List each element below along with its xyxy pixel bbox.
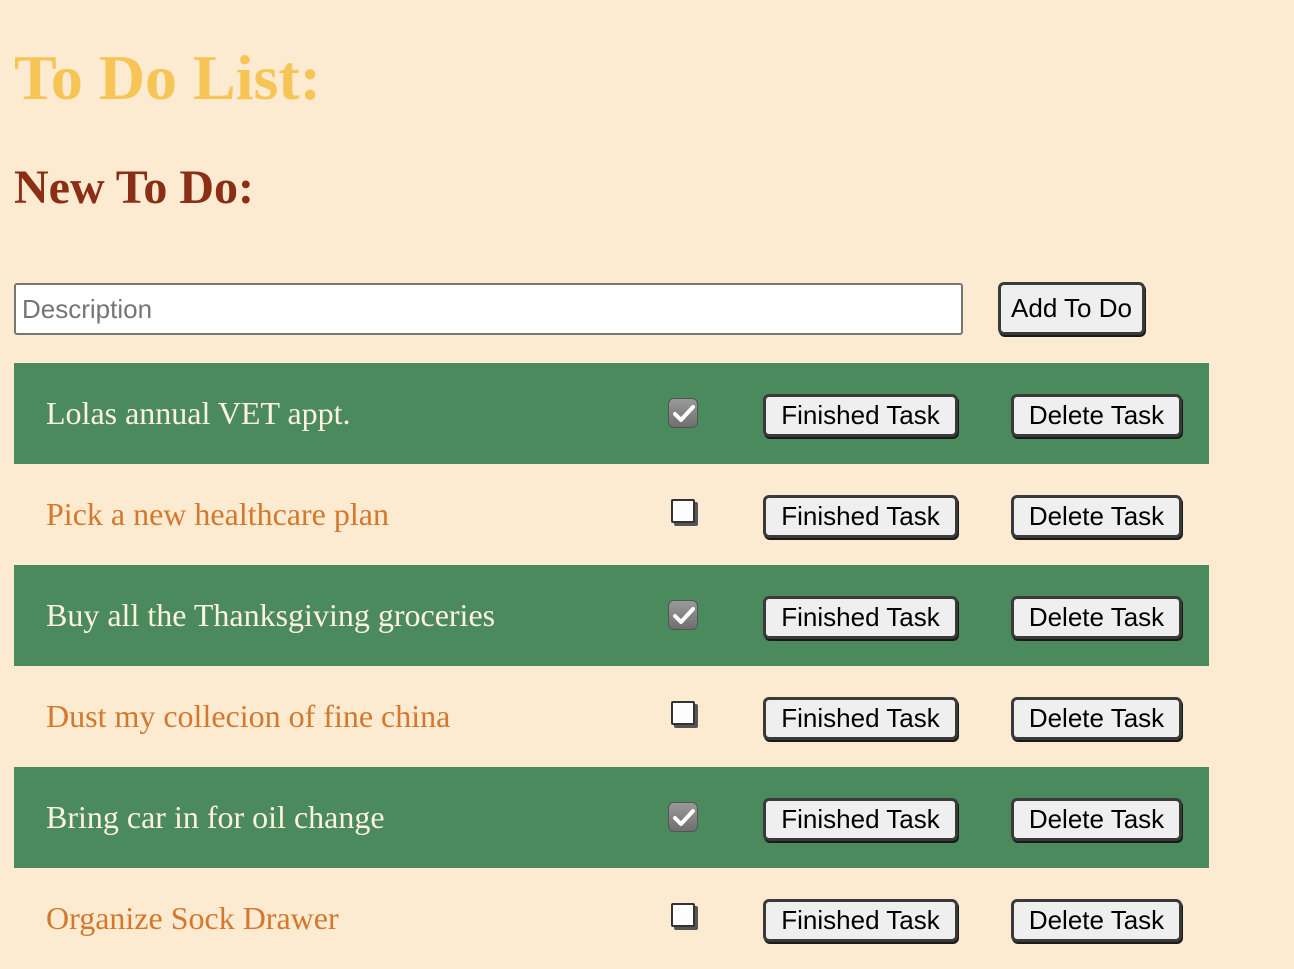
checkmark-icon bbox=[668, 802, 698, 832]
delete-task-button[interactable]: Delete Task bbox=[1011, 798, 1182, 841]
empty-checkbox-icon bbox=[671, 903, 695, 927]
todo-row: Dust my collecion of fine china Finished… bbox=[14, 666, 1209, 767]
empty-checkbox-icon bbox=[671, 499, 695, 523]
todo-text: Lolas annual VET appt. bbox=[46, 395, 351, 431]
todo-checkbox[interactable] bbox=[668, 701, 698, 731]
todo-checkbox[interactable] bbox=[668, 903, 698, 933]
todo-row: Organize Sock Drawer Finished Task Delet… bbox=[14, 868, 1209, 969]
page-title: To Do List: bbox=[14, 42, 322, 113]
delete-task-button[interactable]: Delete Task bbox=[1011, 697, 1182, 740]
todo-text: Dust my collecion of fine china bbox=[46, 698, 451, 734]
delete-task-button[interactable]: Delete Task bbox=[1011, 394, 1182, 437]
new-todo-heading: New To Do: bbox=[14, 161, 255, 214]
finished-task-button[interactable]: Finished Task bbox=[763, 495, 958, 538]
finished-task-button[interactable]: Finished Task bbox=[763, 697, 958, 740]
delete-task-button[interactable]: Delete Task bbox=[1011, 899, 1182, 942]
finished-task-button[interactable]: Finished Task bbox=[763, 899, 958, 942]
delete-task-button[interactable]: Delete Task bbox=[1011, 495, 1182, 538]
todo-text: Buy all the Thanksgiving groceries bbox=[46, 597, 496, 633]
delete-task-button[interactable]: Delete Task bbox=[1011, 596, 1182, 639]
finished-task-button[interactable]: Finished Task bbox=[763, 798, 958, 841]
checkmark-icon bbox=[668, 600, 698, 630]
todo-text: Bring car in for oil change bbox=[46, 799, 385, 835]
todo-text: Organize Sock Drawer bbox=[46, 900, 339, 936]
todo-checkbox[interactable] bbox=[668, 499, 698, 529]
finished-task-button[interactable]: Finished Task bbox=[763, 596, 958, 639]
todo-checkbox[interactable] bbox=[668, 398, 698, 428]
todo-text: Pick a new healthcare plan bbox=[46, 496, 389, 532]
todo-row: Pick a new healthcare plan Finished Task… bbox=[14, 464, 1209, 565]
checkmark-icon bbox=[668, 398, 698, 428]
todo-list: Lolas annual VET appt. Finished Task Del… bbox=[14, 363, 1209, 969]
add-todo-button[interactable]: Add To Do bbox=[998, 282, 1145, 335]
todo-row: Bring car in for oil change Finished Tas… bbox=[14, 767, 1209, 868]
todo-row: Buy all the Thanksgiving groceries Finis… bbox=[14, 565, 1209, 666]
todo-checkbox[interactable] bbox=[668, 600, 698, 630]
description-input[interactable] bbox=[14, 283, 963, 335]
empty-checkbox-icon bbox=[671, 701, 695, 725]
finished-task-button[interactable]: Finished Task bbox=[763, 394, 958, 437]
todo-checkbox[interactable] bbox=[668, 802, 698, 832]
todo-row: Lolas annual VET appt. Finished Task Del… bbox=[14, 363, 1209, 464]
